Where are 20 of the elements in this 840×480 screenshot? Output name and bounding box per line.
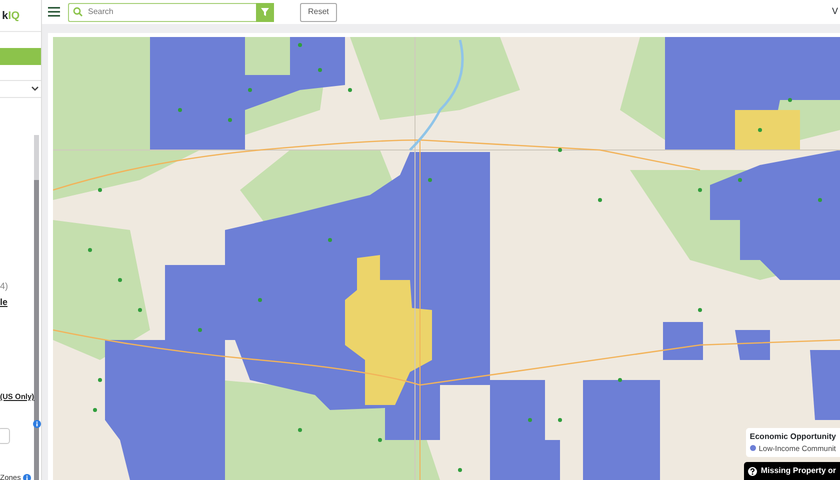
logo: kIQ xyxy=(0,0,41,32)
select-field[interactable] xyxy=(0,428,10,444)
help-icon xyxy=(748,466,757,476)
chevron-down-icon[interactable] xyxy=(30,86,39,92)
filter-button[interactable] xyxy=(256,2,274,22)
filter-icon xyxy=(261,8,269,16)
search-field[interactable]: Search xyxy=(68,2,256,22)
info-icon[interactable] xyxy=(33,420,41,428)
toolbar-text: V xyxy=(832,5,838,18)
missing-property-button[interactable]: Missing Property or xyxy=(744,462,840,480)
scrollbar[interactable] xyxy=(34,135,39,480)
sidebar-text: 4) xyxy=(0,280,8,293)
search-icon xyxy=(73,6,83,16)
info-icon[interactable] xyxy=(23,474,32,480)
legend-title: Economic Opportunity xyxy=(750,430,836,443)
sidebar-link[interactable]: le xyxy=(0,296,8,310)
sidebar-banner xyxy=(0,48,41,65)
menu-icon[interactable] xyxy=(48,7,60,17)
map-drawing[interactable] xyxy=(53,37,840,480)
reset-button[interactable]: Reset xyxy=(300,2,337,22)
